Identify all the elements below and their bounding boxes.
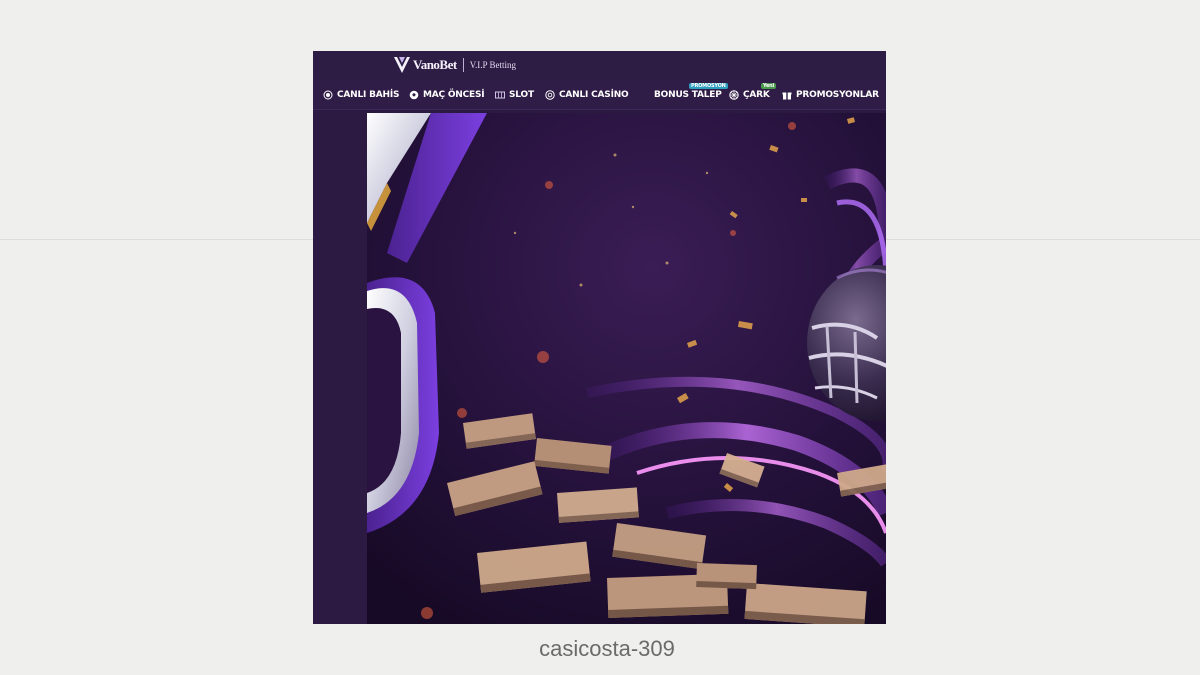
nav-label: PROMOSYONLAR — [796, 89, 879, 100]
gift-icon — [782, 90, 792, 100]
brand-logo[interactable]: VanoBet V.I.P Betting — [393, 54, 516, 76]
nav-label: BONUS TALEP — [654, 89, 722, 100]
nav-item-canli-casino[interactable]: CANLI CASİNO — [545, 88, 629, 101]
soccer-ball-icon — [409, 90, 419, 100]
slot-icon — [495, 90, 505, 100]
nav-label: ÇARK — [743, 89, 770, 100]
nav-item-slot[interactable]: SLOT — [495, 88, 534, 101]
promo-banner[interactable] — [367, 113, 886, 624]
nav-item-cark[interactable]: ÇARK Yeni — [729, 83, 777, 101]
live-dot-icon — [323, 90, 333, 100]
site-screenshot: VanoBet V.I.P Betting CANLI BAHİS MAÇ ÖN… — [313, 51, 886, 624]
banner-artwork — [367, 113, 886, 624]
logo-v-icon — [394, 57, 410, 73]
nav-label: CANLI BAHİS — [337, 89, 400, 100]
nav-label: MAÇ ÖNCESİ — [423, 89, 485, 100]
left-sidebar — [313, 110, 367, 624]
logo-separator — [462, 58, 464, 72]
brand-tagline: V.I.P Betting — [469, 60, 516, 70]
nav-label: SLOT — [509, 89, 534, 100]
casino-chip-icon — [545, 89, 555, 100]
site-header: VanoBet V.I.P Betting — [313, 51, 886, 79]
nav-item-bonus-talep[interactable]: BONUS TALEP PROMOSYON — [654, 83, 728, 101]
nav-label: CANLI CASİNO — [559, 89, 629, 100]
nav-item-mac-oncesi[interactable]: MAÇ ÖNCESİ — [409, 88, 485, 101]
wheel-icon — [729, 89, 739, 100]
new-badge: Yeni — [761, 83, 777, 89]
image-caption: casicosta-309 — [539, 636, 675, 661]
promosyon-badge: PROMOSYON — [689, 83, 728, 89]
nav-item-canli-bahis[interactable]: CANLI BAHİS — [323, 88, 400, 101]
page: VanoBet V.I.P Betting CANLI BAHİS MAÇ ÖN… — [0, 0, 1200, 675]
main-nav: CANLI BAHİS MAÇ ÖNCESİ SLOT CANLI CASİNO — [313, 79, 886, 110]
brand-name: VanoBet — [413, 57, 457, 72]
nav-item-promosyonlar[interactable]: PROMOSYONLAR — [782, 88, 879, 101]
